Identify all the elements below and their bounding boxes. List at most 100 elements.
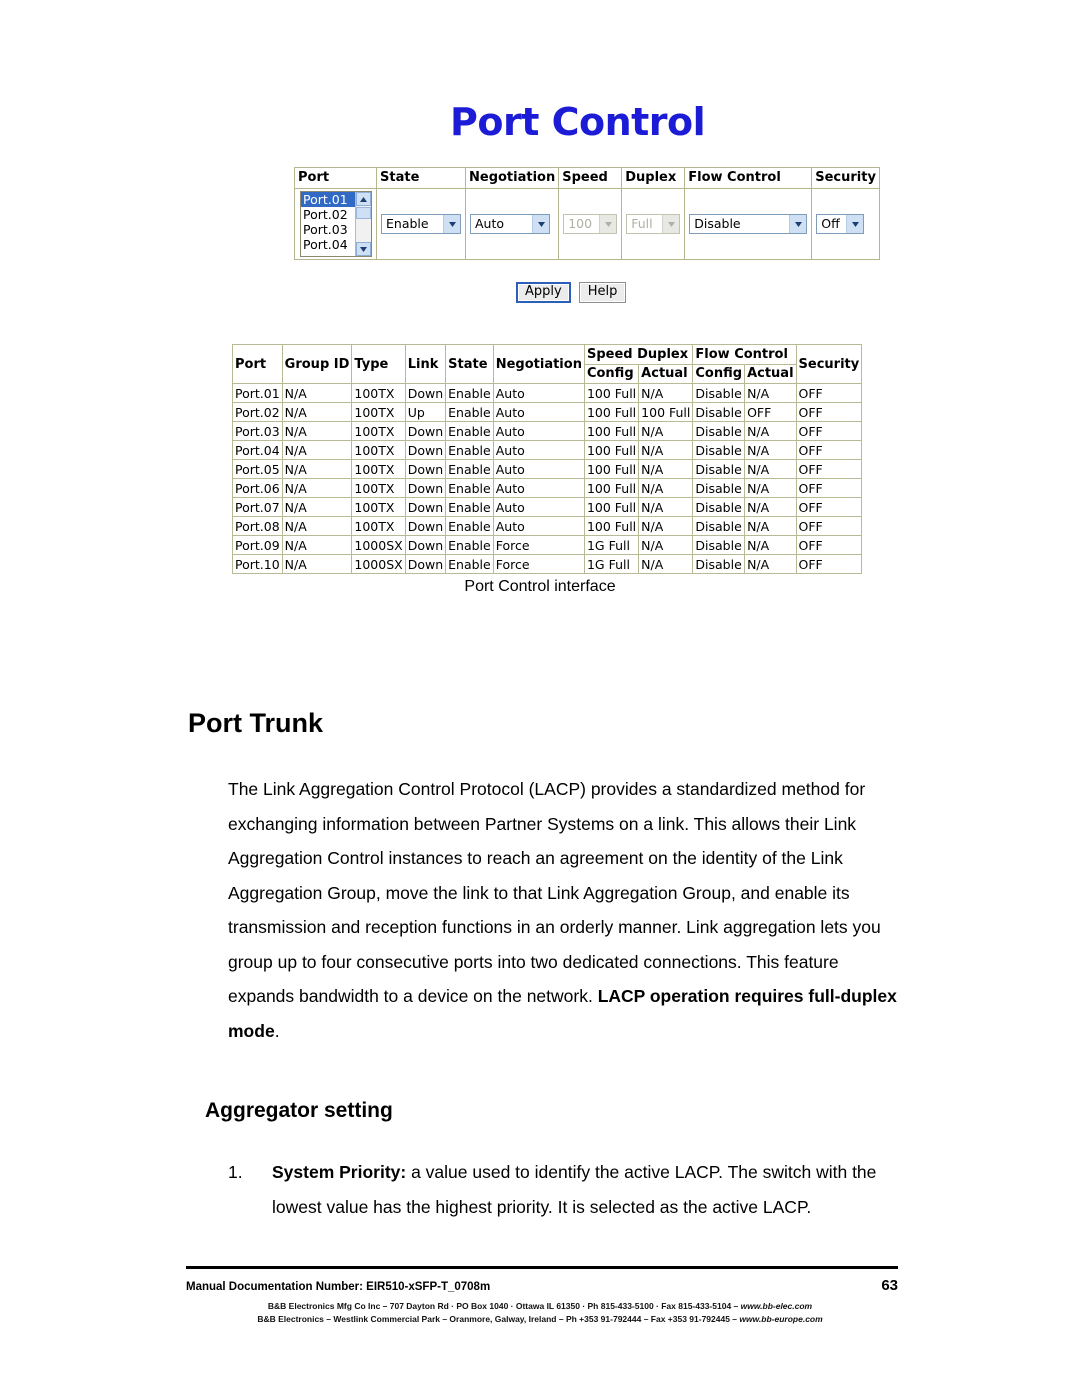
table-row: Port.10 N/A 1000SX Down Enable Force 1G Full N/…	[232, 554, 863, 574]
cell-speed-config: 1G Full	[583, 554, 640, 574]
cell-flow-config: Disable	[692, 421, 746, 441]
apply-button[interactable]: Apply	[516, 282, 571, 303]
port-listbox[interactable]: Port.01 Port.02 Port.03 Port.04	[300, 191, 372, 257]
section-subtitle: Aggregator setting	[205, 1099, 393, 1123]
list-item: 1. System Priority: a value used to iden…	[228, 1155, 900, 1224]
cell-port: Port.05	[232, 459, 283, 479]
cell-link: Down	[404, 535, 447, 555]
cell-speed-actual: 100 Full	[638, 402, 694, 422]
table-row: Port.04 N/A 100TX Down Enable Auto 100 Full N/A…	[232, 440, 863, 460]
status-header-group-id: Group ID	[281, 344, 353, 384]
cell-group-id: N/A	[281, 402, 353, 422]
cell-negotiation: Auto	[492, 440, 585, 460]
cell-type: 100TX	[351, 402, 406, 422]
cell-speed-actual: N/A	[638, 554, 694, 574]
cell-port: Port.04	[232, 440, 283, 460]
cell-state: Enable	[445, 402, 494, 422]
flow-control-cell: Disable	[684, 188, 813, 260]
figure-caption: Port Control interface	[464, 578, 616, 595]
cell-port: Port.08	[232, 516, 283, 536]
intro-paragraph-text: The Link Aggregation Control Protocol (L…	[228, 779, 881, 1006]
table-row: Port.05 N/A 100TX Down Enable Auto 100 Full N/A…	[232, 459, 863, 479]
document-number: Manual Documentation Number: EIR510-xSFP…	[186, 1281, 491, 1293]
cell-security: OFF	[795, 383, 863, 403]
cell-speed-actual: N/A	[638, 383, 694, 403]
footer-url-us: www.bb-elec.com	[740, 1301, 813, 1311]
cell-state: Enable	[445, 535, 494, 555]
chevron-down-icon[interactable]	[443, 215, 460, 233]
state-select[interactable]: Enable	[381, 214, 461, 234]
security-select[interactable]: Off	[816, 214, 865, 234]
negotiation-select[interactable]: Auto	[470, 214, 550, 234]
chevron-down-icon	[599, 215, 617, 233]
cell-negotiation: Auto	[492, 459, 585, 479]
table-row: Port.06 N/A 100TX Down Enable Auto 100 Full N/A…	[232, 478, 863, 498]
cell-flow-config: Disable	[692, 554, 746, 574]
speed-cell: 100	[558, 188, 623, 260]
cell-group-id: N/A	[281, 459, 353, 479]
flow-control-select-value: Disable	[694, 216, 741, 231]
cell-negotiation: Auto	[492, 497, 585, 517]
footer-divider	[186, 1266, 898, 1269]
footer-address-eu: B&B Electronics – Westlink Commercial Pa…	[0, 1313, 1080, 1326]
table-row: Port.02 N/A 100TX Up Enable Auto 100 Full 100 F…	[232, 402, 863, 422]
state-cell: Enable	[376, 188, 466, 260]
cell-link: Down	[404, 478, 447, 498]
cell-flow-config: Disable	[692, 402, 746, 422]
scrollbar-thumb[interactable]	[356, 207, 371, 219]
cell-speed-actual: N/A	[638, 459, 694, 479]
table-row: Port.03 N/A 100TX Down Enable Auto 100 Full N/A…	[232, 421, 863, 441]
chevron-down-icon[interactable]	[789, 215, 807, 233]
cell-flow-actual: N/A	[744, 554, 797, 574]
cell-type: 100TX	[351, 421, 406, 441]
cell-speed-config: 100 Full	[583, 402, 640, 422]
page-title: Port Trunk	[188, 708, 324, 739]
status-header-flow-control: Flow Control	[692, 344, 797, 365]
chevron-down-icon[interactable]	[846, 215, 864, 233]
port-listbox-scrollbar[interactable]	[355, 192, 371, 256]
cell-flow-actual: N/A	[744, 516, 797, 536]
help-button[interactable]: Help	[578, 282, 627, 303]
cell-link: Down	[404, 421, 447, 441]
scroll-down-icon[interactable]	[356, 242, 371, 256]
cell-type: 100TX	[351, 383, 406, 403]
status-header-speed-actual: Actual	[638, 363, 694, 384]
cell-negotiation: Auto	[492, 383, 585, 403]
table-row: Port.01 N/A 100TX Down Enable Auto 100 Full N/A…	[232, 383, 863, 403]
cell-link: Down	[404, 497, 447, 517]
cell-port: Port.03	[232, 421, 283, 441]
list-item-number: 1.	[228, 1162, 243, 1182]
cell-negotiation: Auto	[492, 421, 585, 441]
cell-group-id: N/A	[281, 421, 353, 441]
cell-state: Enable	[445, 516, 494, 536]
cell-flow-actual: N/A	[744, 535, 797, 555]
cell-flow-config: Disable	[692, 383, 746, 403]
port-status-table: Port Group ID Type Link State Negotiatio…	[232, 344, 863, 574]
status-header-port: Port	[232, 344, 283, 384]
cell-link: Up	[404, 402, 447, 422]
duplex-select-value: Full	[631, 216, 653, 231]
cell-speed-config: 1G Full	[583, 535, 640, 555]
form-header-port: Port	[294, 167, 377, 189]
chevron-down-icon[interactable]	[532, 215, 549, 233]
cell-link: Down	[404, 516, 447, 536]
footer-url-eu: www.bb-europe.com	[739, 1314, 823, 1324]
cell-group-id: N/A	[281, 383, 353, 403]
form-header-duplex: Duplex	[621, 167, 686, 189]
cell-flow-config: Disable	[692, 497, 746, 517]
cell-link: Down	[404, 554, 447, 574]
cell-group-id: N/A	[281, 516, 353, 536]
cell-type: 100TX	[351, 478, 406, 498]
cell-link: Down	[404, 383, 447, 403]
cell-speed-actual: N/A	[638, 535, 694, 555]
state-select-value: Enable	[386, 216, 429, 231]
cell-group-id: N/A	[281, 554, 353, 574]
scroll-up-icon[interactable]	[356, 192, 371, 206]
cell-negotiation: Auto	[492, 402, 585, 422]
page-number: 63	[881, 1277, 898, 1294]
cell-port: Port.01	[232, 383, 283, 403]
negotiation-select-value: Auto	[475, 216, 505, 231]
flow-control-select[interactable]: Disable	[689, 214, 808, 234]
cell-security: OFF	[795, 421, 863, 441]
cell-speed-actual: N/A	[638, 516, 694, 536]
